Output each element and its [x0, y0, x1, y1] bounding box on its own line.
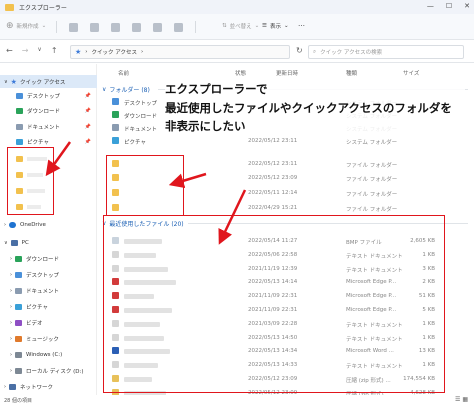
arrow-to-folders: [168, 172, 207, 189]
status-bar: 28 個の項目 ☰ ▦: [0, 395, 474, 405]
arrow-to-sidebar: [45, 141, 72, 177]
arrow-to-recent: [218, 189, 247, 245]
item-count: 28 個の項目: [4, 397, 32, 404]
view-toggle-icons[interactable]: ☰ ▦: [455, 396, 468, 403]
red-arrows: [45, 141, 247, 245]
